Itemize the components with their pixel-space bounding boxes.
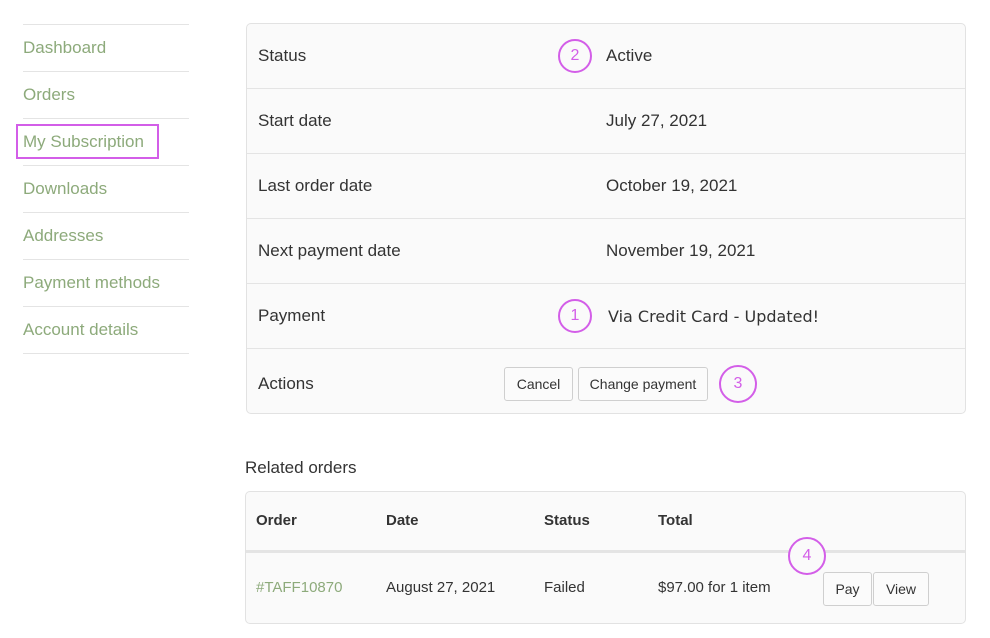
pay-button[interactable]: Pay [823,572,872,606]
annotation-badge-4: 4 [788,537,826,575]
nav-item-payment-methods[interactable]: Payment methods [23,260,189,307]
row-actions: Actions Cancel Change payment 3 [247,349,965,418]
nav-label[interactable]: Account details [23,320,138,340]
related-orders-heading: Related orders [245,458,357,477]
last-order-date-value: October 19, 2021 [606,176,738,195]
nav-item-downloads[interactable]: Downloads [23,166,189,213]
status-value: Active [606,46,653,65]
nav-item-addresses[interactable]: Addresses [23,213,189,260]
row-label: Start date [258,111,332,130]
order-date: August 27, 2021 [386,579,496,596]
column-header-order: Order [256,512,297,529]
nav-label[interactable]: Orders [23,85,75,105]
order-number-link[interactable]: #TAFF10870 [256,579,342,596]
next-payment-date-value: November 19, 2021 [606,241,756,260]
row-label: Status [258,46,307,65]
nav-label[interactable]: Downloads [23,179,107,199]
row-next-payment-date: Next payment date November 19, 2021 [247,219,965,284]
view-button[interactable]: View [873,572,929,606]
row-status: Status 2 Active [247,24,965,89]
annotation-badge-2: 2 [558,39,592,73]
payment-value: Via Credit Card - Updated! [608,306,820,326]
account-navigation: Dashboard Orders My Subscription Downloa… [16,24,189,354]
nav-label[interactable]: Addresses [23,226,103,246]
row-label: Payment [258,306,326,325]
cancel-button[interactable]: Cancel [504,366,573,401]
change-payment-button[interactable]: Change payment [578,366,708,401]
highlight-box [16,124,159,159]
annotation-badge-3: 3 [719,364,757,403]
order-total: $97.00 for 1 item [658,579,771,596]
nav-label[interactable]: Payment methods [23,273,160,293]
nav-item-account-details[interactable]: Account details [23,307,189,354]
nav-item-my-subscription[interactable]: My Subscription [16,119,189,166]
nav-item-orders[interactable]: Orders [23,72,189,119]
row-last-order-date: Last order date October 19, 2021 [247,154,965,219]
order-status: Failed [544,579,585,596]
nav-item-dashboard[interactable]: Dashboard [23,25,189,72]
related-orders-table: Order Date Status Total 4 #TAFF10870 Aug… [245,491,966,624]
row-label: Next payment date [258,241,401,260]
row-label: Actions [258,373,314,393]
subscription-details-table: Status 2 Active Start date July 27, 2021… [246,23,966,414]
column-header-date: Date [386,512,419,529]
row-label: Last order date [258,176,373,195]
header-divider [246,550,965,553]
column-header-total: Total [658,512,693,529]
start-date-value: July 27, 2021 [606,111,708,130]
row-start-date: Start date July 27, 2021 [247,89,965,154]
nav-label[interactable]: Dashboard [23,38,106,58]
column-header-status: Status [544,512,590,529]
annotation-badge-1: 1 [558,299,592,333]
row-payment: Payment 1 Via Credit Card - Updated! [247,284,965,349]
